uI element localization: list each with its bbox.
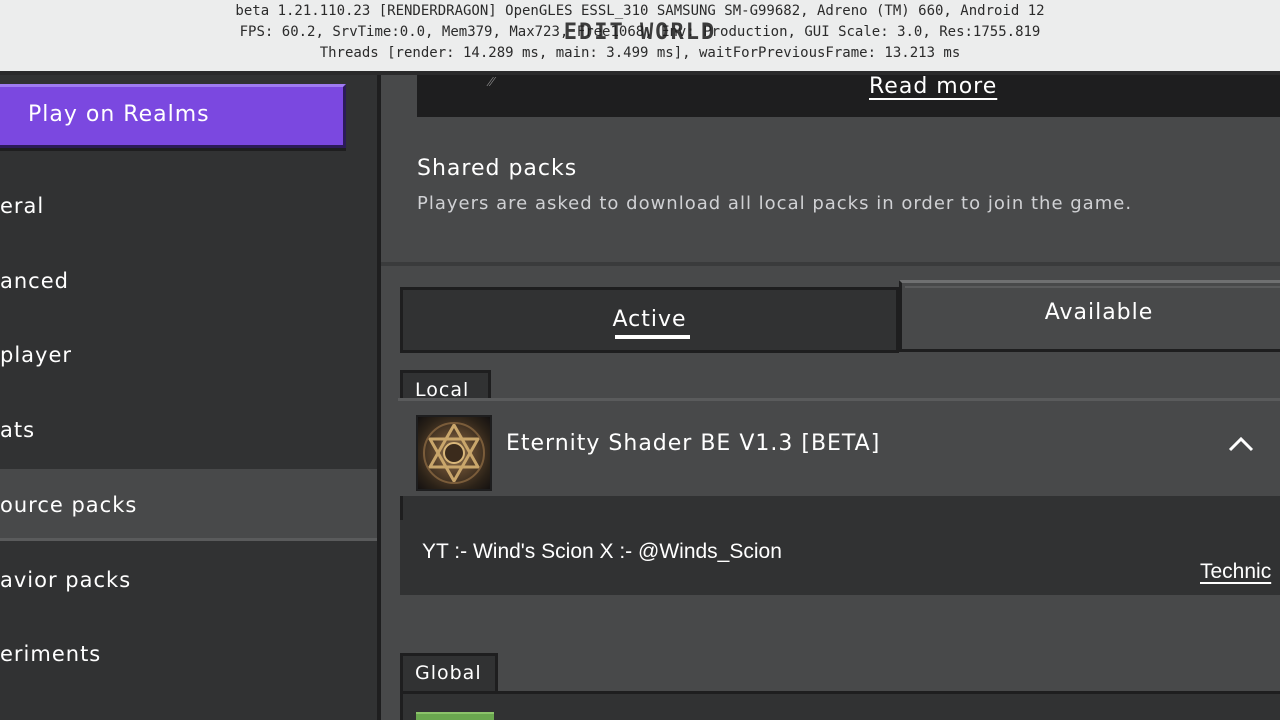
info-icon: ⁄⁄ bbox=[489, 74, 494, 90]
pack-info-box: ⁄⁄ Read more bbox=[417, 74, 1280, 117]
pack-thumbnail bbox=[416, 415, 492, 491]
debug-line-threads: Threads [render: 14.289 ms, main: 3.499 … bbox=[319, 45, 961, 61]
global-label: Global bbox=[415, 662, 482, 684]
global-section-header: Global bbox=[400, 653, 498, 691]
section-divider bbox=[381, 262, 1280, 266]
read-more-link[interactable]: Read more bbox=[869, 74, 997, 99]
global-pack-thumbnail bbox=[416, 712, 494, 720]
tab-available-label: Available bbox=[1044, 300, 1154, 325]
settings-sidebar: Play on Realms eral anced player ats our… bbox=[0, 74, 381, 720]
tab-active-label: Active bbox=[612, 307, 687, 332]
global-pack-list bbox=[400, 691, 1280, 720]
debug-overlay: beta 1.21.110.23 [RENDERDRAGON] OpenGLES… bbox=[0, 0, 1280, 75]
debug-line-version: beta 1.21.110.23 [RENDERDRAGON] OpenGLES… bbox=[235, 3, 1045, 19]
tab-selected-indicator bbox=[615, 335, 690, 339]
sidebar-item-behavior-packs[interactable]: avior packs bbox=[0, 544, 377, 616]
shared-packs-description: Players are asked to download all local … bbox=[417, 193, 1133, 214]
play-on-realms-button[interactable]: Play on Realms bbox=[0, 84, 346, 148]
sidebar-item-cheats[interactable]: ats bbox=[0, 394, 377, 466]
sidebar-item-advanced[interactable]: anced bbox=[0, 245, 377, 317]
technical-link[interactable]: Technic bbox=[1200, 560, 1271, 584]
sidebar-item-general[interactable]: eral bbox=[0, 170, 377, 242]
pack-row-eternity-shader[interactable]: Eternity Shader BE V1.3 [BETA] bbox=[398, 398, 1280, 496]
sidebar-item-experiments[interactable]: eriments bbox=[0, 618, 377, 690]
screen-title: EDIT WORLD bbox=[563, 20, 717, 45]
tab-active[interactable]: Active bbox=[400, 287, 899, 353]
sidebar-item-multiplayer[interactable]: player bbox=[0, 319, 377, 391]
resource-packs-panel: ⁄⁄ Read more Shared packs Players are as… bbox=[381, 74, 1280, 720]
hexagram-icon bbox=[423, 421, 485, 485]
pack-description: YT :- Wind's Scion X :- @Winds_Scion bbox=[422, 540, 782, 563]
chevron-up-icon[interactable] bbox=[1226, 429, 1256, 459]
pack-details: YT :- Wind's Scion X :- @Winds_Scion Tec… bbox=[400, 520, 1280, 595]
shared-packs-title: Shared packs bbox=[417, 156, 578, 181]
tab-available[interactable]: Available bbox=[899, 280, 1280, 352]
sidebar-item-resource-packs[interactable]: ource packs bbox=[0, 469, 377, 541]
pack-name: Eternity Shader BE V1.3 [BETA] bbox=[506, 431, 881, 456]
